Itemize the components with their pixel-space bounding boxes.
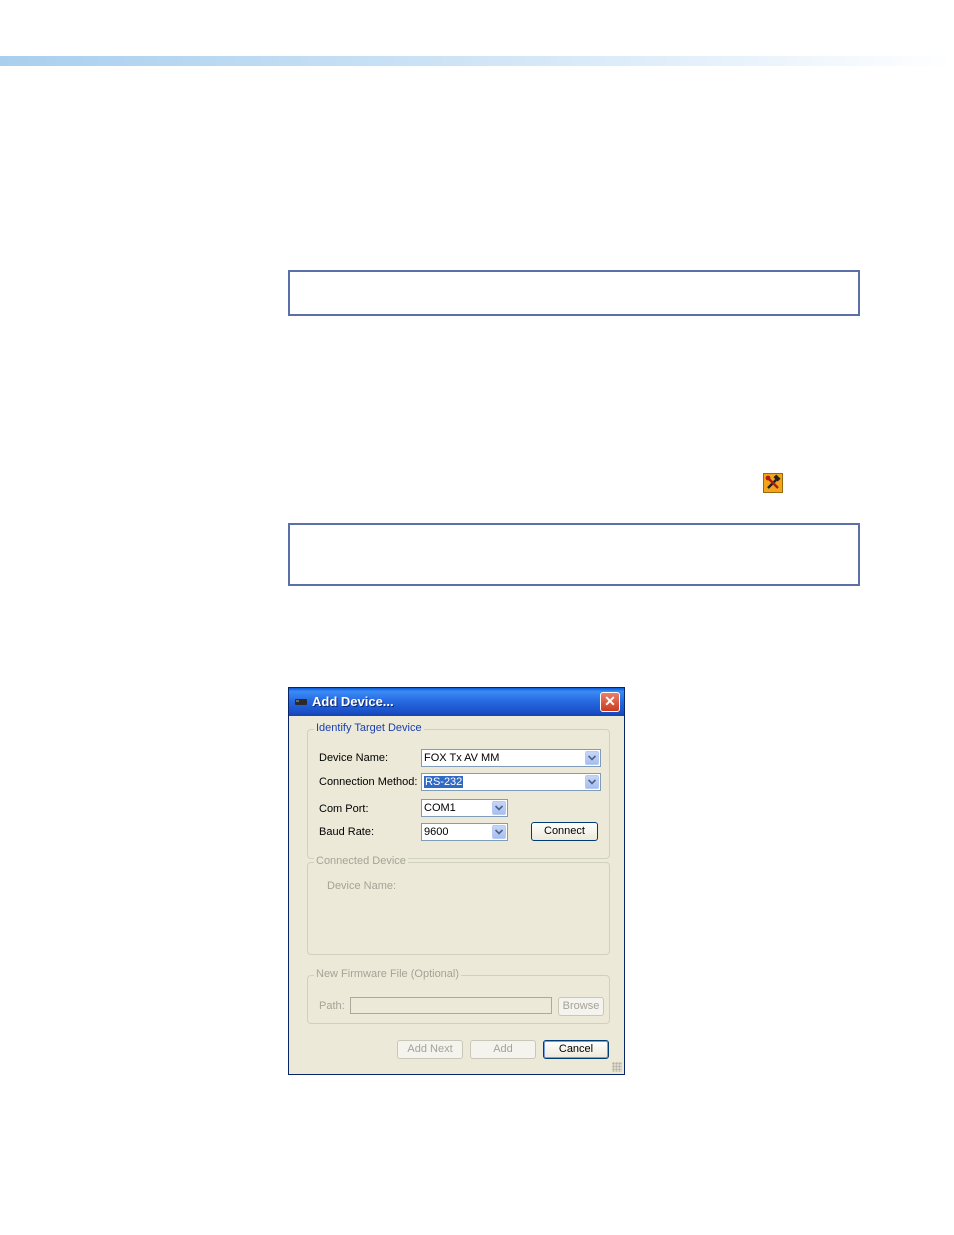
device-name-select[interactable]: FOX Tx AV MM: [421, 749, 601, 767]
dialog-title: Add Device...: [312, 694, 394, 709]
add-button[interactable]: Add: [470, 1040, 536, 1059]
connect-button[interactable]: Connect: [531, 822, 598, 841]
baud-rate-select[interactable]: 9600: [421, 823, 508, 841]
path-label: Path:: [319, 1000, 345, 1012]
connection-method-select[interactable]: RS-232: [421, 773, 601, 791]
group-legend: Identify Target Device: [314, 722, 424, 734]
baud-rate-label: Baud Rate:: [319, 826, 375, 838]
com-port-select[interactable]: COM1: [421, 799, 508, 817]
note-box-2: [288, 523, 860, 586]
device-icon: [294, 697, 308, 710]
new-firmware-file-group: New Firmware File (Optional) Path: Brows…: [307, 968, 610, 1024]
add-next-button[interactable]: Add Next: [397, 1040, 463, 1059]
firmware-path-input[interactable]: [350, 997, 552, 1014]
cancel-button[interactable]: Cancel: [543, 1040, 609, 1059]
chevron-down-icon[interactable]: [585, 751, 599, 765]
resize-grip[interactable]: [612, 1062, 622, 1072]
chevron-down-icon[interactable]: [492, 825, 506, 839]
browse-button[interactable]: Browse: [558, 997, 604, 1016]
connection-method-value: RS-232: [424, 776, 464, 788]
close-icon: ✕: [604, 693, 616, 709]
com-port-value: COM1: [424, 802, 456, 814]
group-legend: Connected Device: [314, 855, 408, 867]
device-name-value: FOX Tx AV MM: [424, 752, 500, 764]
close-button[interactable]: ✕: [600, 692, 620, 712]
connected-device-group: Connected Device Device Name:: [307, 855, 610, 955]
connected-device-name-label: Device Name:: [327, 880, 397, 892]
device-name-label: Device Name:: [319, 752, 389, 764]
connection-method-label: Connection Method:: [319, 776, 418, 788]
baud-rate-value: 9600: [424, 826, 449, 838]
group-legend: New Firmware File (Optional): [314, 968, 462, 980]
com-port-label: Com Port:: [319, 803, 369, 815]
chevron-down-icon[interactable]: [585, 775, 599, 789]
hammer-wrench-tools-icon[interactable]: [763, 473, 783, 493]
dialog-client-area: Identify Target Device Device Name: FOX …: [289, 716, 624, 1074]
add-device-dialog: Add Device... ✕ Identify Target Device D…: [288, 687, 625, 1075]
note-box-1: [288, 270, 860, 316]
header-gradient-band: [0, 56, 954, 66]
dialog-titlebar[interactable]: Add Device... ✕: [289, 688, 624, 716]
chevron-down-icon[interactable]: [492, 801, 506, 815]
identify-target-device-group: Identify Target Device Device Name: FOX …: [307, 722, 610, 859]
